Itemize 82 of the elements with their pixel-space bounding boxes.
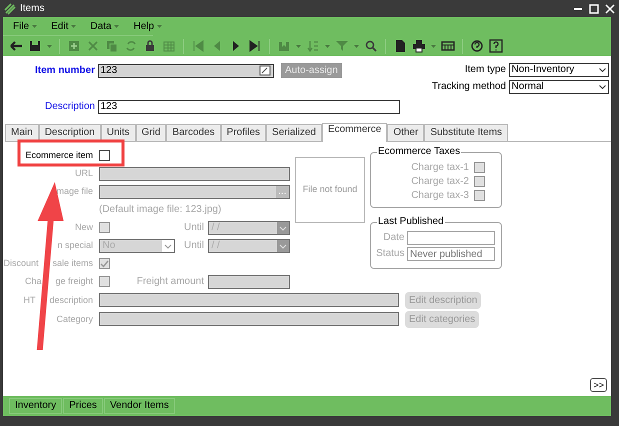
field-label: Cha — [24, 276, 42, 287]
chevron-icon — [162, 240, 174, 252]
date-field: / / — [208, 238, 290, 252]
bottom-tab[interactable]: Prices — [63, 398, 103, 414]
bottom-tab[interactable]: Inventory — [9, 398, 62, 414]
caret-icon — [157, 24, 162, 28]
description-field[interactable]: 123 — [98, 100, 400, 114]
tab[interactable]: Profiles — [220, 124, 266, 140]
input-field: Never published — [407, 247, 495, 261]
tab[interactable]: Ecommerce — [322, 122, 388, 142]
caret-icon — [47, 44, 52, 48]
field-label: Status — [376, 248, 404, 260]
field-label: mage file — [56, 186, 93, 197]
group-title: Last Published — [377, 216, 445, 228]
lock-icon[interactable] — [143, 39, 157, 53]
field-label: Tracking method — [432, 80, 506, 92]
close-icon[interactable] — [605, 4, 615, 14]
tab[interactable]: Main — [5, 124, 39, 140]
tab[interactable]: Grid — [136, 124, 166, 140]
hint-text: (Default image file: 123.jpg) — [99, 204, 222, 216]
date-field: / / — [208, 220, 290, 234]
field-label: URL — [74, 168, 93, 179]
bottom-tab[interactable]: Vendor Items — [104, 398, 175, 414]
field-label: sale items — [52, 258, 93, 269]
tab[interactable]: Units — [100, 124, 136, 140]
field-label: Until — [184, 240, 204, 252]
select-field[interactable]: Non-Inventory — [508, 63, 608, 77]
checkbox-label: Charge tax-2 — [411, 176, 469, 188]
checkbox[interactable] — [99, 150, 110, 161]
field-label: HT — [23, 294, 36, 306]
field-label: n special — [57, 240, 93, 251]
tab[interactable]: Serialized — [266, 124, 322, 140]
search-icon[interactable] — [364, 39, 378, 53]
caret-icon — [71, 24, 76, 28]
app-icon — [4, 2, 16, 14]
caret-icon — [431, 44, 436, 48]
caret-icon — [354, 44, 359, 48]
tab[interactable]: Barcodes — [166, 124, 221, 140]
field-label: Category — [56, 314, 93, 324]
field-label: Item type — [464, 64, 506, 76]
menu-item[interactable]: Data — [90, 18, 120, 34]
chevron-icon — [598, 68, 606, 72]
field-label: New — [74, 222, 93, 233]
field-label: ge freight — [55, 276, 93, 287]
caret-icon — [296, 44, 301, 48]
tab[interactable]: Substitute Items — [424, 124, 508, 140]
field-label: Discount — [3, 258, 38, 269]
menu-item[interactable]: File — [13, 18, 38, 34]
dropdown-icon — [277, 240, 289, 252]
tab[interactable]: Description — [38, 124, 101, 140]
field-label: Item number — [34, 64, 95, 76]
field-label: description — [49, 294, 93, 306]
field-label: Freight amount — [136, 276, 204, 288]
select-field[interactable]: Normal — [508, 80, 608, 94]
checkbox-label: Charge tax-1 — [411, 162, 469, 174]
item-number-field[interactable]: 123 — [98, 64, 274, 78]
back-icon[interactable] — [9, 39, 23, 53]
more-button[interactable]: >> — [590, 378, 607, 392]
dropdown-icon — [277, 222, 289, 234]
edit-icon[interactable] — [258, 65, 270, 76]
save-icon[interactable] — [28, 39, 42, 53]
maximize-icon[interactable] — [589, 4, 599, 14]
field-label: Until — [184, 222, 204, 234]
tab[interactable]: Other — [387, 124, 424, 140]
caret-icon — [325, 44, 330, 48]
menu-item[interactable]: Edit — [51, 18, 76, 34]
document-icon[interactable] — [393, 39, 407, 53]
caret-icon — [114, 24, 120, 28]
help-box-icon[interactable] — [489, 39, 503, 53]
chevron-icon — [598, 84, 606, 88]
menu-item[interactable]: Help — [133, 18, 162, 34]
field-label: Ecommerce item — [25, 150, 93, 161]
checkbox-label: Charge tax-3 — [411, 190, 469, 202]
image-preview: File not found — [295, 156, 365, 222]
window-title: Items — [20, 2, 44, 14]
field-label: Description — [44, 100, 95, 112]
group-title: Ecommerce Taxes — [377, 146, 462, 158]
print-icon[interactable] — [412, 39, 426, 53]
caret-icon — [32, 24, 38, 28]
help-icon[interactable] — [470, 39, 484, 53]
last-icon[interactable] — [248, 39, 262, 53]
field-label: Date — [383, 232, 404, 244]
